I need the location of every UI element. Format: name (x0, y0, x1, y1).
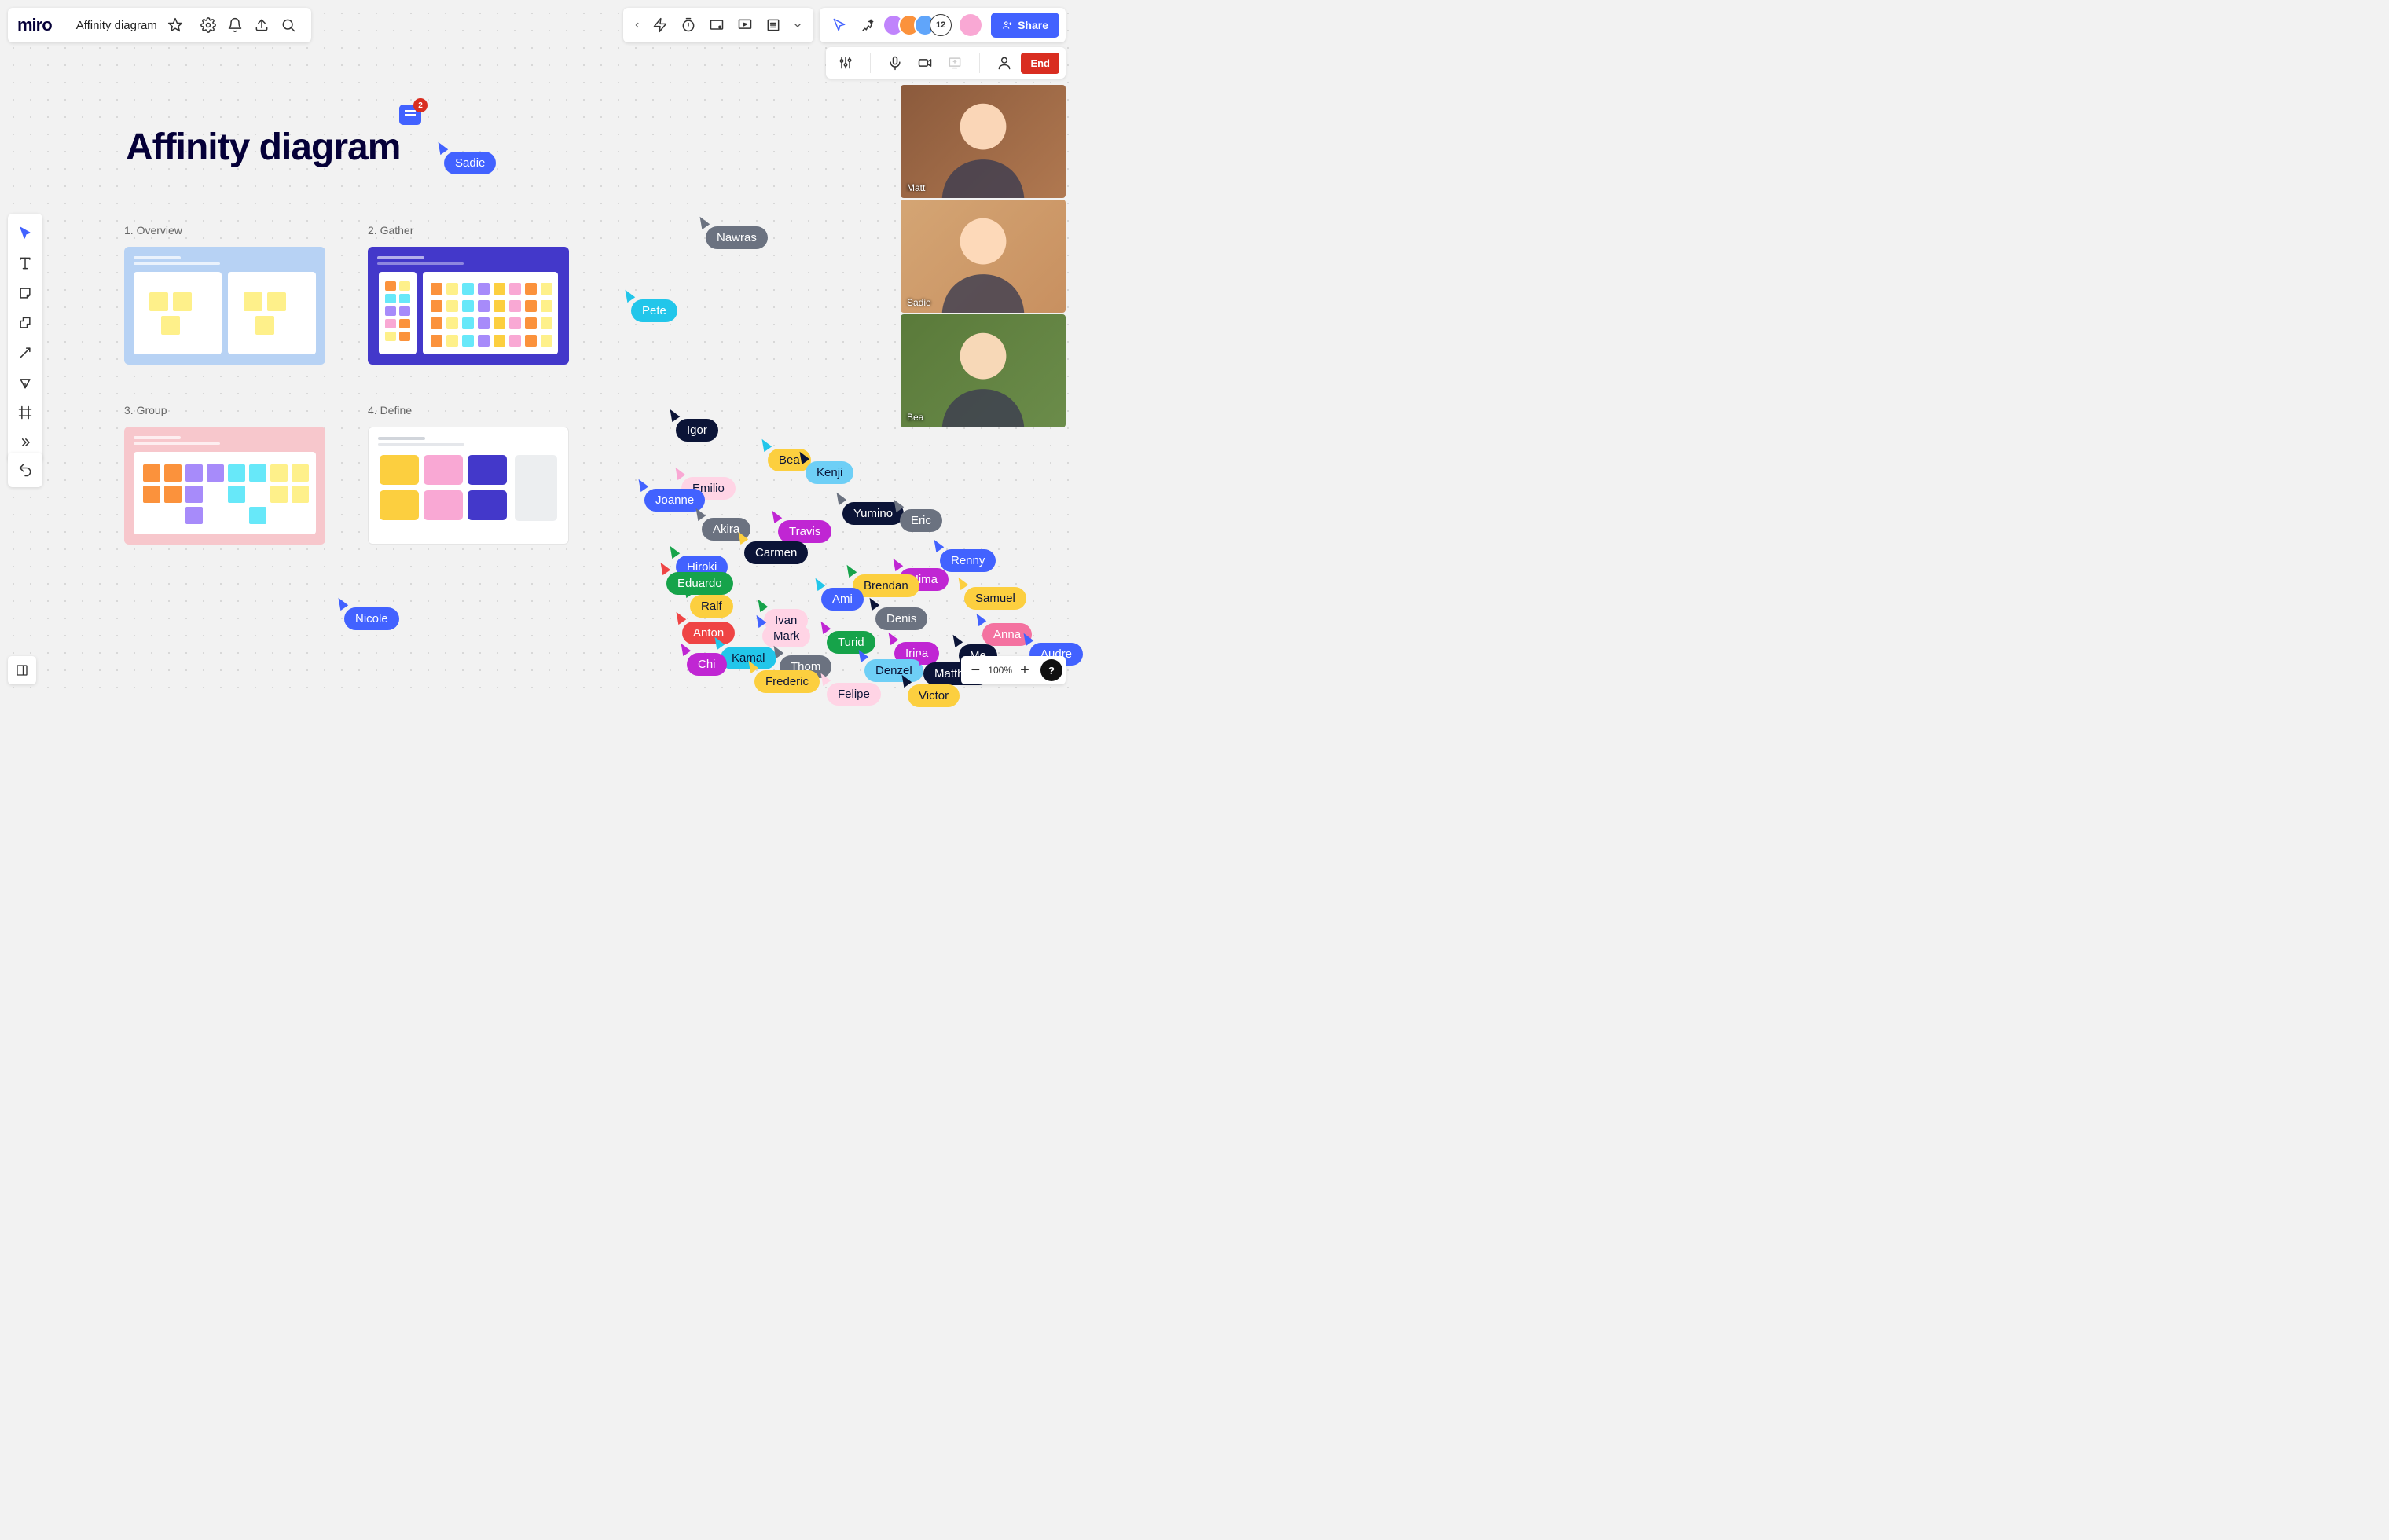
participants-icon[interactable] (991, 50, 1018, 76)
text-tool-icon[interactable] (8, 248, 42, 278)
microphone-icon[interactable] (882, 50, 908, 76)
settings-icon[interactable] (195, 12, 222, 38)
user-cursor: Nawras (698, 216, 768, 249)
side-toolbar (8, 214, 42, 462)
user-cursor: Joanne (637, 478, 705, 512)
miro-logo[interactable]: miro (17, 15, 52, 35)
user-cursor: Frederic (747, 660, 820, 693)
screen-icon[interactable] (703, 12, 730, 38)
cursor-label: Carmen (744, 541, 808, 564)
user-cursor: Felipe (819, 673, 881, 706)
chevron-left-icon[interactable] (629, 20, 645, 30)
cursor-label: Pete (631, 299, 677, 322)
search-icon[interactable] (275, 12, 302, 38)
section-label[interactable]: 3. Group (124, 404, 167, 416)
thumb-overview[interactable] (124, 247, 325, 365)
user-cursor: Ami (813, 578, 864, 610)
participant-name: Bea (907, 412, 923, 423)
cursor-label: Denis (875, 607, 927, 630)
user-cursor: Sadie (436, 141, 496, 174)
cursor-label: Ami (821, 588, 864, 610)
cursor-label: Felipe (827, 683, 881, 706)
share-label: Share (1018, 19, 1048, 31)
video-tile[interactable]: Sadie (901, 200, 1066, 313)
frame-tool-icon[interactable] (8, 398, 42, 427)
zoom-controls: − 100% + ? (961, 656, 1066, 684)
user-cursor: Carmen (736, 531, 808, 564)
collab-group: 12 Share (820, 8, 1066, 42)
board-actions-group (623, 8, 813, 42)
video-tile[interactable]: Bea (901, 314, 1066, 427)
cursor-label: Samuel (964, 587, 1026, 610)
pen-tool-icon[interactable] (8, 368, 42, 398)
chevron-down-icon[interactable] (788, 20, 807, 30)
self-avatar[interactable] (960, 14, 982, 36)
sticky-tool-icon[interactable] (8, 278, 42, 308)
cursor-label: Igor (676, 419, 718, 442)
top-bar-left: miro Affinity diagram (8, 8, 311, 42)
user-cursor: Pete (623, 289, 677, 322)
cursor-label: Chi (687, 653, 727, 676)
section-label[interactable]: 2. Gather (368, 224, 413, 236)
participant-name: Sadie (907, 297, 931, 308)
zoom-level[interactable]: 100% (986, 665, 1014, 676)
user-cursor: Samuel (956, 577, 1026, 610)
conference-controls: End (826, 47, 1066, 79)
share-screen-icon[interactable] (941, 50, 968, 76)
comment-icon[interactable]: 2 (399, 104, 421, 125)
cursor-label: Sadie (444, 152, 496, 174)
star-icon[interactable] (162, 12, 189, 38)
reactions-icon[interactable] (854, 12, 881, 38)
camera-icon[interactable] (912, 50, 938, 76)
cursor-tool-icon[interactable] (826, 12, 853, 38)
section-label[interactable]: 1. Overview (124, 224, 182, 236)
user-cursor: Denis (868, 597, 927, 630)
end-call-button[interactable]: End (1021, 53, 1059, 74)
comment-count-badge: 2 (413, 98, 428, 112)
video-grid: Matt Sadie Bea (901, 85, 1066, 427)
user-cursor: Chi (679, 643, 727, 676)
cursor-label: Victor (908, 684, 960, 707)
cursor-label: Nicole (344, 607, 399, 630)
sliders-icon[interactable] (832, 50, 859, 76)
list-icon[interactable] (760, 12, 787, 38)
zoom-in-button[interactable]: + (1014, 659, 1036, 681)
top-bar-right: 12 Share (623, 8, 1066, 42)
section-label[interactable]: 4. Define (368, 404, 412, 416)
user-cursor: Eric (892, 499, 942, 532)
user-cursor: Igor (668, 409, 718, 442)
export-icon[interactable] (248, 12, 275, 38)
separator (979, 53, 980, 73)
timer-icon[interactable] (675, 12, 702, 38)
user-cursor: Kenji (798, 451, 853, 484)
avatar-stack[interactable]: 12 (883, 14, 952, 36)
line-tool-icon[interactable] (8, 338, 42, 368)
avatar-count: 12 (930, 14, 952, 36)
user-cursor: Nicole (336, 597, 399, 630)
cursor-label: Frederic (754, 670, 820, 693)
cursor-label: Nawras (706, 226, 768, 249)
present-icon[interactable] (732, 12, 758, 38)
select-tool-icon[interactable] (8, 218, 42, 248)
canvas-title[interactable]: Affinity diagram (126, 126, 400, 169)
separator (870, 53, 871, 73)
notifications-icon[interactable] (222, 12, 248, 38)
cursor-label: Kenji (806, 461, 853, 484)
user-cursor: Victor (900, 674, 960, 707)
thumb-gather[interactable] (368, 247, 569, 365)
cursor-label: Eric (900, 509, 942, 532)
zoom-out-button[interactable]: − (964, 659, 986, 681)
thumb-group[interactable] (124, 427, 325, 544)
board-title[interactable]: Affinity diagram (76, 19, 157, 32)
help-button[interactable]: ? (1040, 659, 1062, 681)
participant-name: Matt (907, 182, 925, 193)
lightning-icon[interactable] (647, 12, 673, 38)
video-tile[interactable]: Matt (901, 85, 1066, 198)
share-button[interactable]: Share (991, 13, 1059, 38)
thumb-define[interactable] (368, 427, 569, 544)
shape-tool-icon[interactable] (8, 308, 42, 338)
panel-toggle-icon[interactable] (8, 656, 36, 684)
undo-button[interactable] (8, 453, 42, 487)
